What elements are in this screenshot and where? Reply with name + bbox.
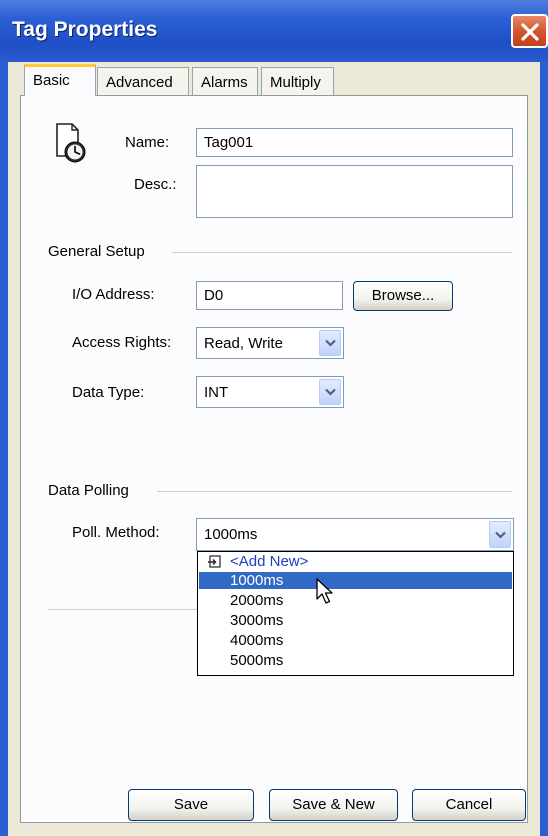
dropdown-option-label: 5000ms	[230, 652, 284, 669]
access-rights-value: Read, Write	[204, 335, 283, 352]
tag-document-clock-icon	[56, 123, 86, 163]
save-button[interactable]: Save	[128, 789, 254, 821]
desc-label: Desc.:	[134, 176, 177, 193]
dropdown-option-label: 2000ms	[230, 592, 284, 609]
window-border-left	[0, 62, 8, 836]
dropdown-option-5000ms[interactable]: 5000ms	[199, 652, 512, 669]
window-border-right	[540, 62, 548, 836]
title-bar: Tag Properties	[0, 0, 548, 62]
tab-advanced-label: Advanced	[106, 74, 173, 91]
access-rights-dropdown-button[interactable]	[319, 330, 341, 356]
chevron-down-icon	[495, 531, 506, 539]
dropdown-option-2000ms[interactable]: 2000ms	[199, 592, 512, 609]
io-address-label: I/O Address:	[72, 286, 155, 303]
add-new-icon	[208, 555, 221, 568]
poll-method-dropdown-list: <Add New> 1000ms 2000ms 3000ms 4000ms 50…	[197, 551, 514, 676]
tab-multiply-label: Multiply	[270, 74, 321, 91]
data-polling-heading: Data Polling	[48, 482, 129, 499]
dropdown-option-label: 3000ms	[230, 612, 284, 629]
dropdown-option-1000ms[interactable]: 1000ms	[199, 572, 512, 589]
io-address-input[interactable]: D0	[196, 281, 343, 310]
save-and-new-button[interactable]: Save & New	[269, 789, 398, 821]
name-input[interactable]: Tag001	[196, 128, 513, 157]
poll-method-value: 1000ms	[204, 526, 258, 543]
chevron-down-icon	[325, 339, 336, 347]
section-divider	[48, 609, 198, 610]
data-polling-divider	[157, 491, 512, 492]
dropdown-option-add-new[interactable]: <Add New>	[199, 553, 512, 570]
poll-method-label: Poll. Method:	[72, 524, 160, 541]
browse-button[interactable]: Browse...	[353, 281, 453, 311]
mouse-pointer-icon	[316, 578, 333, 604]
window-title: Tag Properties	[12, 18, 158, 41]
data-type-select[interactable]: INT	[196, 376, 344, 408]
access-rights-select[interactable]: Read, Write	[196, 327, 344, 359]
tab-multiply[interactable]: Multiply	[261, 67, 334, 95]
data-type-value: INT	[204, 384, 229, 401]
tab-basic[interactable]: Basic	[24, 64, 96, 96]
dropdown-option-4000ms[interactable]: 4000ms	[199, 632, 512, 649]
data-type-dropdown-button[interactable]	[319, 379, 341, 405]
chevron-down-icon	[325, 388, 336, 396]
poll-method-select[interactable]: 1000ms	[196, 518, 514, 551]
data-type-label: Data Type:	[72, 384, 145, 401]
name-label: Name:	[125, 134, 170, 151]
dropdown-option-label: 4000ms	[230, 632, 284, 649]
tag-properties-dialog: Tag Properties Basic Advanced Alarms Mul…	[0, 0, 548, 836]
tab-alarms[interactable]: Alarms	[192, 67, 258, 95]
cancel-button[interactable]: Cancel	[412, 789, 526, 821]
tab-basic-label: Basic	[33, 72, 70, 89]
desc-input[interactable]	[196, 165, 513, 218]
dropdown-option-label: <Add New>	[230, 553, 309, 570]
tab-alarms-label: Alarms	[201, 74, 248, 91]
general-setup-divider	[172, 252, 512, 253]
dropdown-option-3000ms[interactable]: 3000ms	[199, 612, 512, 629]
access-rights-label: Access Rights:	[72, 334, 172, 351]
close-button[interactable]	[511, 14, 548, 48]
poll-method-dropdown-button[interactable]	[489, 521, 511, 548]
dropdown-option-label: 1000ms	[230, 572, 284, 589]
tab-advanced[interactable]: Advanced	[97, 67, 189, 95]
close-icon	[521, 23, 539, 41]
general-setup-heading: General Setup	[48, 243, 145, 260]
